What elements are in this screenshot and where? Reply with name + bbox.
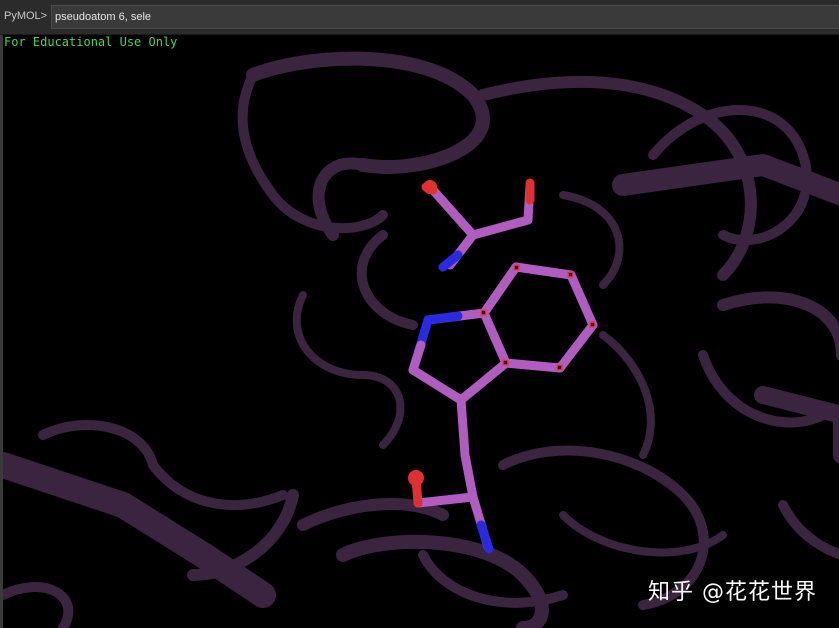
command-bar: PyMOL> pseudoatom 6, sele: [0, 0, 839, 35]
command-input[interactable]: pseudoatom 6, sele: [51, 5, 839, 29]
license-notice: For Educational Use Only: [4, 35, 178, 49]
molecule-render: [3, 51, 839, 628]
command-prompt-label: PyMOL>: [4, 10, 48, 22]
ligand-sticks: [408, 178, 598, 554]
watermark: 知乎 @花花世界: [648, 580, 817, 605]
molecular-viewport[interactable]: [0, 35, 839, 628]
